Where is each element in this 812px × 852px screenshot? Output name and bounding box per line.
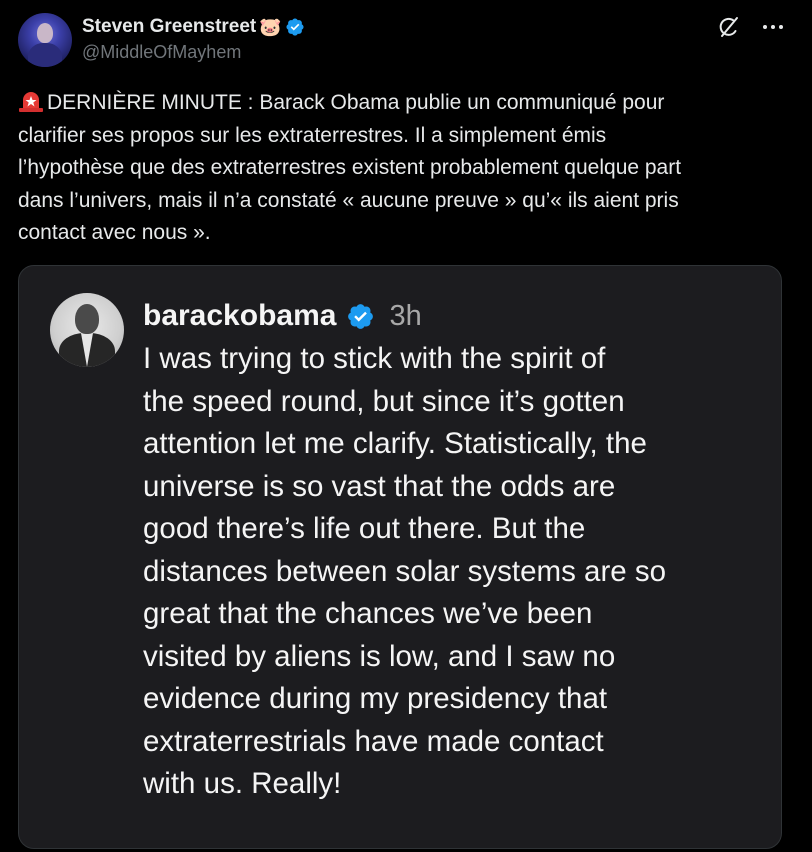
embedded-post-time: 3h: [389, 299, 422, 332]
author-handle[interactable]: @MiddleOfMayhem: [82, 42, 305, 63]
siren-icon: [19, 92, 43, 112]
author-block: Steven Greenstreet 🐷 @MiddleOfMayhem: [82, 13, 305, 63]
tweet-text: DERNIÈRE MINUTE : Barack Obama publie un…: [18, 87, 798, 250]
grok-icon[interactable]: [716, 14, 742, 40]
pig-emoji-icon: 🐷: [259, 17, 282, 37]
embedded-post-text: I was trying to stick with the spirit of…: [143, 342, 667, 800]
embedded-verified-badge-icon: [348, 303, 374, 329]
tweet-top-actions: [716, 14, 786, 40]
avatar-body: [28, 43, 62, 67]
author-name-row: Steven Greenstreet 🐷: [82, 13, 305, 41]
author-avatar[interactable]: [18, 13, 72, 67]
embedded-post-screenshot[interactable]: barackobama 3h I was trying to stick wit…: [18, 265, 782, 849]
tweet: Steven Greenstreet 🐷 @MiddleOfMayhem DER…: [0, 0, 812, 852]
embedded-post-header: barackobama 3h: [143, 296, 422, 336]
avatar-head: [75, 304, 99, 334]
tweet-body-text: DERNIÈRE MINUTE : Barack Obama publie un…: [18, 91, 682, 244]
more-options-icon[interactable]: [760, 14, 786, 40]
embedded-post-avatar: [50, 293, 124, 367]
verified-badge-icon[interactable]: [285, 17, 305, 37]
embedded-post-username: barackobama: [143, 299, 337, 332]
avatar-face: [37, 23, 53, 43]
author-display-name[interactable]: Steven Greenstreet: [82, 16, 256, 38]
